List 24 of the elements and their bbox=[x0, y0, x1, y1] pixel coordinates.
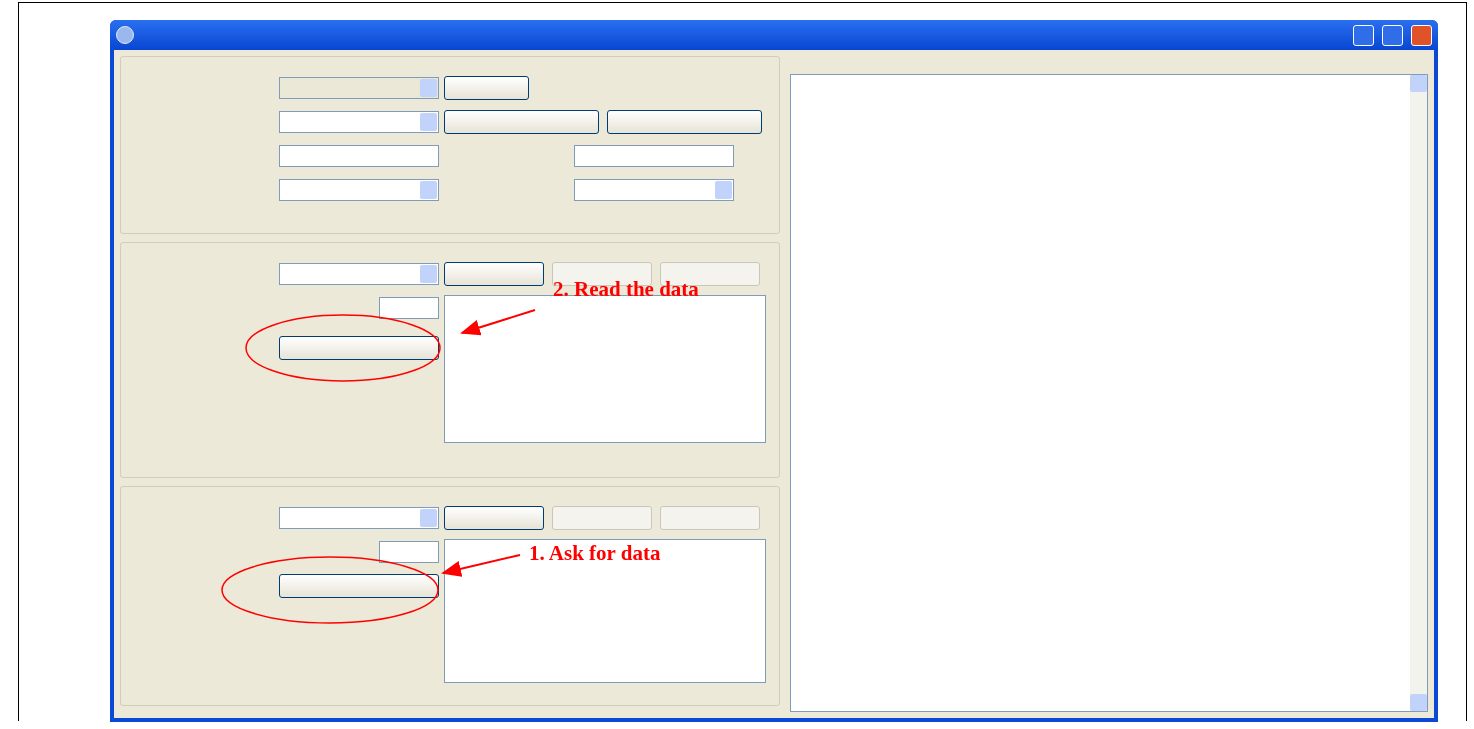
annotation-label: 1. Ask for data bbox=[529, 541, 661, 566]
button[interactable] bbox=[444, 76, 529, 100]
maximize-button[interactable] bbox=[1382, 24, 1403, 46]
button[interactable] bbox=[444, 506, 544, 530]
button[interactable] bbox=[444, 110, 599, 134]
minimize-button[interactable] bbox=[1353, 24, 1374, 46]
close-button[interactable] bbox=[1411, 24, 1432, 46]
spin-field[interactable] bbox=[379, 541, 439, 563]
spin-field[interactable] bbox=[379, 297, 439, 319]
dropdown[interactable] bbox=[279, 179, 439, 201]
button[interactable] bbox=[279, 336, 439, 360]
app-icon bbox=[116, 26, 134, 44]
dropdown[interactable] bbox=[279, 507, 439, 529]
annotation-label: 2. Read the data bbox=[553, 277, 699, 302]
scrollbar[interactable] bbox=[1410, 75, 1427, 711]
input-field[interactable] bbox=[574, 145, 734, 167]
dropdown[interactable] bbox=[279, 111, 439, 133]
button[interactable] bbox=[607, 110, 762, 134]
input-field[interactable] bbox=[279, 145, 439, 167]
dropdown[interactable] bbox=[279, 263, 439, 285]
dropdown[interactable] bbox=[574, 179, 734, 201]
dropdown[interactable] bbox=[279, 77, 439, 99]
button[interactable] bbox=[279, 574, 439, 598]
button[interactable] bbox=[444, 262, 544, 286]
